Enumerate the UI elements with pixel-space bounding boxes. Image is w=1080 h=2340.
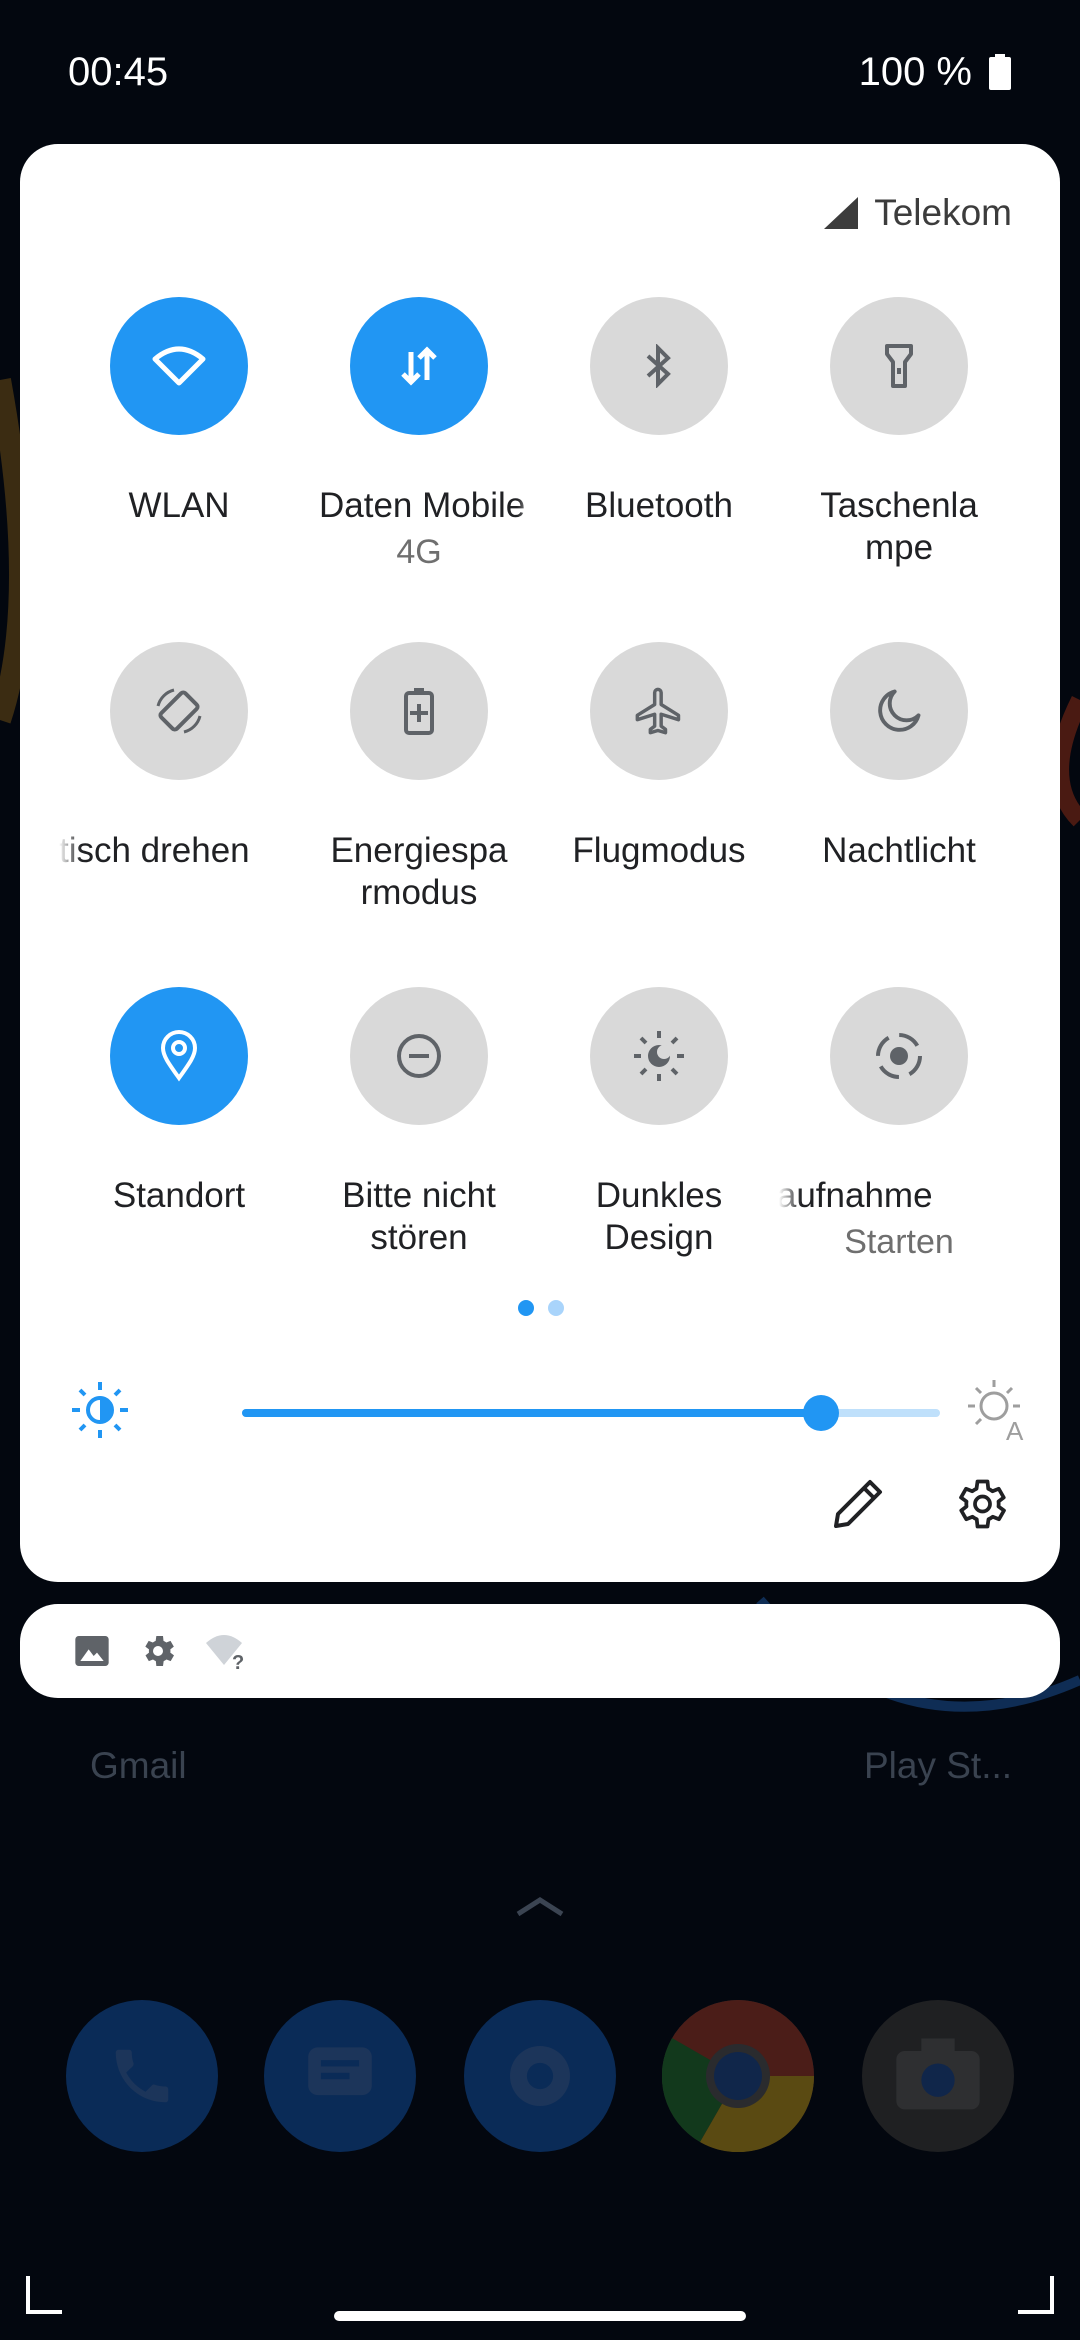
tile-screen-record-button[interactable]	[830, 987, 968, 1125]
tile-bluetooth[interactable]: Bluetooth	[539, 297, 779, 527]
play-store-app-label[interactable]: Play St...	[864, 1745, 1012, 1787]
tile-dark-theme-button[interactable]	[590, 987, 728, 1125]
wifi-unknown-icon: ?	[206, 1635, 244, 1671]
brightness-slider-thumb[interactable]	[803, 1395, 840, 1431]
auto-rotate-icon	[156, 688, 202, 734]
battery-saver-icon	[404, 688, 434, 735]
tile-screen-record[interactable]: Bildschirmaufnahme Starten	[779, 987, 1019, 1262]
tile-sublabel: 4G	[396, 533, 442, 571]
svg-text:?: ?	[232, 1652, 244, 1671]
settings-gear-icon	[145, 1636, 174, 1666]
tile-battery-saver[interactable]: Energiespa rmodus	[299, 642, 539, 914]
tile-bluetooth-button[interactable]	[590, 297, 728, 435]
do-not-disturb-icon	[397, 1034, 441, 1078]
image-icon	[75, 1636, 109, 1666]
status-bar: 00:45 100 %	[0, 0, 1080, 140]
battery-percentage: 100 %	[858, 50, 972, 94]
app-drawer-arrow-icon[interactable]	[510, 1890, 570, 1920]
tile-airplane-mode-button[interactable]	[590, 642, 728, 780]
tile-label: Nachtlicht	[822, 831, 976, 870]
notification-strip[interactable]: ?	[20, 1604, 1060, 1698]
carrier-indicator: Telekom	[822, 192, 1012, 234]
settings-app-icon[interactable]	[464, 2000, 616, 2152]
brightness-row: A	[70, 1362, 1030, 1462]
tile-flashlight-button[interactable]	[830, 297, 968, 435]
quick-settings-panel: Telekom WLAN Daten Mobile 4G Bluetooth T…	[20, 144, 1060, 1582]
tile-label: Dunkles Design	[595, 1176, 723, 1257]
tile-flashlight[interactable]: Taschenla mpe	[779, 297, 1019, 569]
tile-label: Bildschirmaufnahme	[779, 1176, 933, 1215]
camera-go-app-icon[interactable]	[862, 2000, 1014, 2152]
tile-wlan[interactable]: WLAN	[59, 297, 299, 527]
page-indicator	[518, 1300, 564, 1316]
chrome-app-icon[interactable]	[662, 2000, 814, 2152]
tile-mobile-data[interactable]: Daten Mobile 4G	[299, 297, 539, 572]
tile-dark-theme[interactable]: Dunkles Design	[539, 987, 779, 1259]
brightness-icon	[72, 1382, 128, 1438]
settings-gear-icon[interactable]	[950, 1474, 1010, 1534]
location-pin-icon	[160, 1030, 198, 1082]
brightness-slider-fill	[242, 1409, 822, 1417]
flashlight-icon	[885, 344, 913, 388]
tile-sublabel: Starten	[844, 1223, 954, 1261]
tile-location-button[interactable]	[110, 987, 248, 1125]
tile-battery-saver-button[interactable]	[350, 642, 488, 780]
tile-airplane-mode[interactable]: Flugmodus	[539, 642, 779, 872]
tile-night-light[interactable]: Nachtlicht	[779, 642, 1019, 872]
tile-label: Bitte nicht stören	[342, 1176, 496, 1257]
tile-mobile-data-button[interactable]	[350, 297, 488, 435]
moon-icon	[878, 689, 921, 732]
quick-settings-actions	[828, 1474, 1010, 1534]
airplane-icon	[635, 687, 681, 735]
tile-night-light-button[interactable]	[830, 642, 968, 780]
corner-bracket-icon	[26, 2276, 62, 2314]
brightness-slider[interactable]	[242, 1395, 940, 1431]
page-dot	[548, 1300, 564, 1316]
home-indicator[interactable]	[334, 2311, 746, 2321]
tile-label: Flugmodus	[572, 831, 746, 870]
tile-label: Bluetooth	[585, 486, 733, 525]
tile-label: Standort	[112, 1176, 246, 1215]
tile-location[interactable]: Standort	[59, 987, 299, 1217]
auto-brightness-icon[interactable]: A	[966, 1376, 1030, 1442]
signal-icon	[824, 197, 859, 229]
edit-pencil-icon[interactable]	[828, 1474, 888, 1534]
tile-auto-rotate[interactable]: Automatisch drehen	[59, 642, 299, 872]
tile-label: WLAN	[128, 486, 230, 525]
messages-app-icon[interactable]	[264, 2000, 416, 2152]
tile-do-not-disturb-button[interactable]	[350, 987, 488, 1125]
status-time: 00:45	[68, 50, 169, 94]
carrier-name: Telekom	[874, 192, 1012, 233]
tile-label: Taschenla mpe	[820, 486, 978, 567]
tile-label: Daten Mobile	[319, 486, 526, 525]
tile-label: Automatisch drehen	[59, 831, 250, 870]
tile-wlan-button[interactable]	[110, 297, 248, 435]
page-dot-active	[518, 1300, 534, 1316]
corner-bracket-icon	[1018, 2276, 1054, 2314]
gmail-app-label[interactable]: Gmail	[90, 1745, 187, 1787]
bluetooth-icon	[646, 344, 671, 388]
tile-do-not-disturb[interactable]: Bitte nicht stören	[299, 987, 539, 1259]
dark-theme-icon	[634, 1031, 684, 1081]
screen-record-icon	[876, 1033, 922, 1079]
svg-text:A: A	[1006, 1416, 1024, 1442]
tile-auto-rotate-button[interactable]	[110, 642, 248, 780]
battery-icon	[989, 54, 1011, 90]
wifi-icon	[152, 346, 206, 386]
tile-label: Energiespa rmodus	[330, 831, 508, 912]
mobile-data-icon	[401, 346, 437, 386]
phone-app-icon[interactable]	[66, 2000, 218, 2152]
